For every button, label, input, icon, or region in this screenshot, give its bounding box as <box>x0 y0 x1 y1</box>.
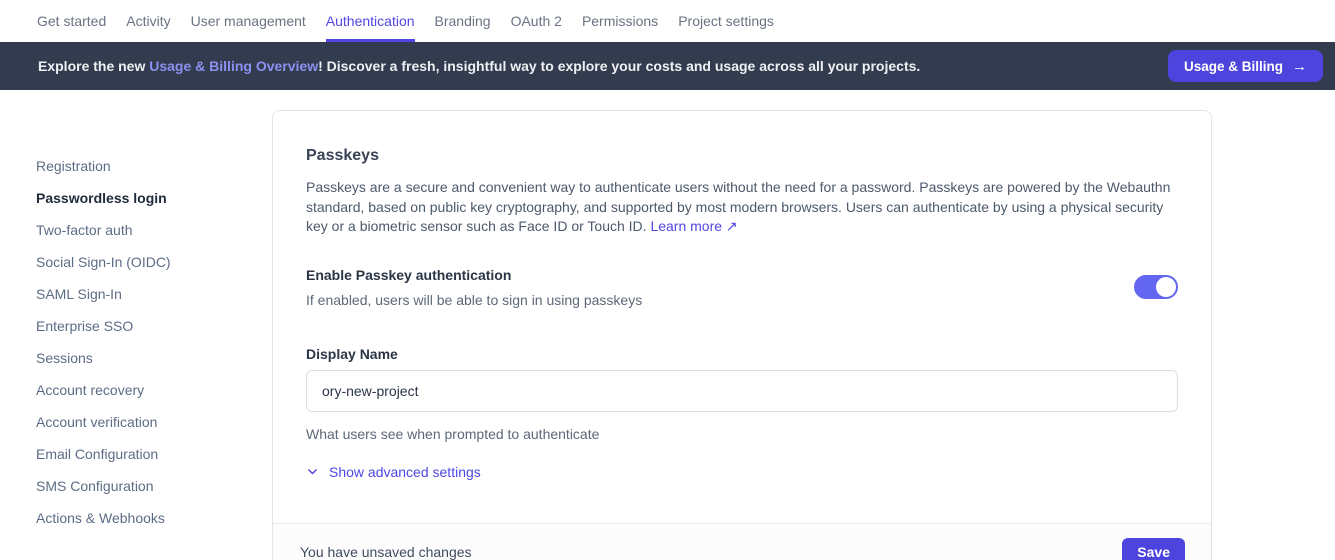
sidebar-item-email-configuration[interactable]: Email Configuration <box>36 438 272 470</box>
learn-more-label: Learn more <box>650 218 722 234</box>
learn-more-link[interactable]: Learn more ↗ <box>650 218 737 234</box>
arrow-right-icon: → <box>1292 58 1307 75</box>
tab-activity[interactable]: Activity <box>126 0 170 42</box>
banner-text-before: Explore the new <box>38 58 149 74</box>
tab-oauth2[interactable]: OAuth 2 <box>511 0 562 42</box>
passkey-toggle[interactable] <box>1134 275 1178 299</box>
sidebar-item-registration[interactable]: Registration <box>36 150 272 182</box>
passkeys-card-body: Passkeys Passkeys are a secure and conve… <box>273 111 1211 480</box>
tab-authentication[interactable]: Authentication <box>326 0 415 42</box>
passkeys-description-text: Passkeys are a secure and convenient way… <box>306 179 1170 234</box>
chevron-down-icon <box>306 465 319 478</box>
tab-permissions[interactable]: Permissions <box>582 0 658 42</box>
banner-text-after: ! Discover a fresh, insightful way to ex… <box>318 58 920 74</box>
show-advanced-settings[interactable]: Show advanced settings <box>306 464 1178 480</box>
top-nav: Get started Activity User management Aut… <box>0 0 1335 42</box>
sidebar-item-saml-sign-in[interactable]: SAML Sign-In <box>36 278 272 310</box>
tab-project-settings[interactable]: Project settings <box>678 0 774 42</box>
usage-billing-button[interactable]: Usage & Billing → <box>1168 50 1323 82</box>
enable-passkey-texts: Enable Passkey authentication If enabled… <box>306 267 642 308</box>
sidebar-item-social-sign-in[interactable]: Social Sign-In (OIDC) <box>36 246 272 278</box>
card-footer: You have unsaved changes Save <box>273 523 1211 560</box>
sidebar-item-enterprise-sso[interactable]: Enterprise SSO <box>36 310 272 342</box>
sidebar-item-two-factor-auth[interactable]: Two-factor auth <box>36 214 272 246</box>
usage-billing-button-label: Usage & Billing <box>1184 59 1283 74</box>
sidebar-item-passwordless-login[interactable]: Passwordless login <box>36 182 272 214</box>
show-advanced-settings-label: Show advanced settings <box>329 464 481 480</box>
banner-text: Explore the new Usage & Billing Overview… <box>38 58 1168 74</box>
sidebar-item-actions-webhooks[interactable]: Actions & Webhooks <box>36 502 272 534</box>
sidebar-item-sms-configuration[interactable]: SMS Configuration <box>36 470 272 502</box>
toggle-knob <box>1156 277 1176 297</box>
passkeys-description: Passkeys are a secure and convenient way… <box>306 178 1178 237</box>
page-title: Passkeys <box>306 147 1178 165</box>
external-link-icon: ↗ <box>726 218 738 234</box>
display-name-input[interactable] <box>306 370 1178 412</box>
tab-user-management[interactable]: User management <box>191 0 306 42</box>
usage-billing-banner: Explore the new Usage & Billing Overview… <box>0 42 1335 90</box>
tab-get-started[interactable]: Get started <box>37 0 106 42</box>
enable-passkey-row: Enable Passkey authentication If enabled… <box>306 267 1178 308</box>
unsaved-changes-status: You have unsaved changes <box>300 544 472 560</box>
display-name-help: What users see when prompted to authenti… <box>306 426 1178 442</box>
sidebar-item-account-recovery[interactable]: Account recovery <box>36 374 272 406</box>
save-button[interactable]: Save <box>1122 538 1185 560</box>
enable-passkey-help: If enabled, users will be able to sign i… <box>306 292 642 308</box>
page-body: Registration Passwordless login Two-fact… <box>0 90 1335 560</box>
tab-branding[interactable]: Branding <box>435 0 491 42</box>
usage-billing-overview-link[interactable]: Usage & Billing Overview <box>149 58 318 74</box>
auth-sidebar: Registration Passwordless login Two-fact… <box>0 90 272 534</box>
sidebar-item-sessions[interactable]: Sessions <box>36 342 272 374</box>
display-name-label: Display Name <box>306 346 1178 362</box>
enable-passkey-label: Enable Passkey authentication <box>306 267 642 283</box>
display-name-section: Display Name What users see when prompte… <box>306 346 1178 442</box>
passkeys-settings-card: Passkeys Passkeys are a secure and conve… <box>272 110 1212 560</box>
sidebar-item-account-verification[interactable]: Account verification <box>36 406 272 438</box>
